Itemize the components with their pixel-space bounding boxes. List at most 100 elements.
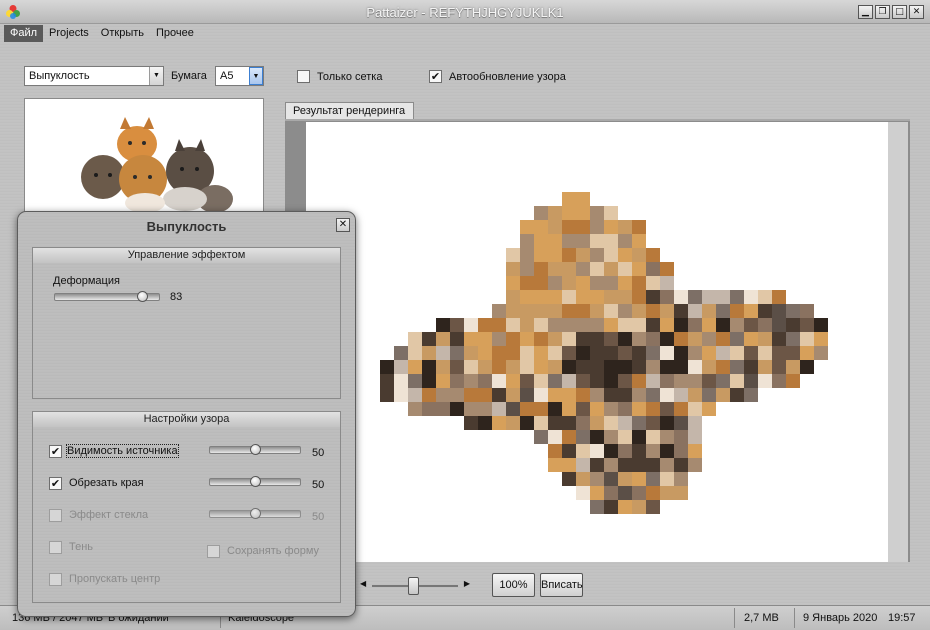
render-pixel [688,388,702,402]
render-pixel [590,220,604,234]
menu-file[interactable]: Файл [4,25,44,42]
render-pixel [506,402,520,416]
source-visibility-checkbox[interactable]: ✔ [49,445,62,458]
render-pixel [562,402,576,416]
minimize-button[interactable]: ▁ [858,5,873,19]
source-visibility-slider[interactable] [209,443,301,457]
render-pixel [730,304,744,318]
render-pixel [660,262,674,276]
render-pixel [702,388,716,402]
render-pixel [674,374,688,388]
fit-button[interactable]: Вписать [540,573,583,597]
render-pixel [660,402,674,416]
slider-thumb[interactable] [250,476,261,487]
arrow-left-icon[interactable]: ◀ [360,579,366,588]
chevron-down-icon[interactable]: ▼ [149,67,163,85]
render-pixel [604,444,618,458]
close-icon[interactable]: ✕ [336,218,350,232]
render-pixel [758,318,772,332]
render-pixel [548,290,562,304]
deformation-slider[interactable] [54,290,160,304]
arrow-right-icon[interactable]: ▶ [464,579,470,588]
render-pixel [590,402,604,416]
render-pixel [478,360,492,374]
render-pixel [576,472,590,486]
render-pixel [646,500,660,514]
render-pixel [604,486,618,500]
menu-bar: Файл Projects Открыть Прочее [4,25,200,42]
render-pixel [520,332,534,346]
grid-only-checkbox[interactable] [297,70,310,83]
menu-other[interactable]: Прочее [150,25,200,42]
render-pixel [632,500,646,514]
effect-select[interactable]: Выпуклость ▼ [24,66,164,86]
render-pixel [730,318,744,332]
crop-edges-slider[interactable] [209,475,301,489]
keep-shape-checkbox[interactable] [207,545,220,558]
render-pixel [744,388,758,402]
maximize-button[interactable]: □ [892,5,907,19]
render-pixel [604,374,618,388]
chevron-down-icon[interactable]: ▼ [249,67,263,85]
render-pixel [814,332,828,346]
tab-render-result[interactable]: Результат рендеринга [285,102,414,120]
render-pixel [576,192,590,206]
zoom-100-button[interactable]: 100% [492,573,535,597]
deformation-label: Деформация [53,275,120,287]
render-pixel [772,374,786,388]
render-pixel [520,276,534,290]
skip-center-checkbox[interactable] [49,573,62,586]
crop-edges-checkbox[interactable]: ✔ [49,477,62,490]
auto-update-checkbox[interactable]: ✔ [429,70,442,83]
menu-open[interactable]: Открыть [95,25,150,42]
render-pixel [688,374,702,388]
render-pixel [548,220,562,234]
render-pixel [478,388,492,402]
render-pixel [688,332,702,346]
render-pixel [632,234,646,248]
render-pixel [688,402,702,416]
render-pixel [436,318,450,332]
close-button[interactable]: ✕ [909,5,924,19]
paper-select[interactable]: A5 ▼ [215,66,264,86]
render-pixel [450,332,464,346]
render-pixel [506,332,520,346]
render-pixel [632,374,646,388]
slider-thumb[interactable] [136,291,148,302]
render-pixel [702,402,716,416]
glass-effect-slider[interactable] [209,507,301,521]
render-pixel [758,360,772,374]
render-pixel [534,332,548,346]
render-pixel [632,402,646,416]
shadow-checkbox[interactable] [49,541,62,554]
menu-projects[interactable]: Projects [43,25,95,42]
render-pixel [730,332,744,346]
render-pixel [394,360,408,374]
zoom-slider[interactable]: ◀ ▶ [354,576,476,596]
render-pixel [464,332,478,346]
render-pixel [632,304,646,318]
render-pixel [450,318,464,332]
render-pixel [464,318,478,332]
render-pixel [716,374,730,388]
source-image-panel [24,98,264,213]
render-pixel [562,444,576,458]
render-pixel [632,444,646,458]
render-pixel [562,262,576,276]
render-pixel [646,332,660,346]
source-visibility-value: 50 [312,447,325,459]
slider-thumb[interactable] [250,508,261,519]
pixelated-render-image [380,192,828,514]
render-pixel [604,220,618,234]
render-pixel [408,388,422,402]
restore-button[interactable]: ❐ [875,5,890,19]
render-pixel [408,402,422,416]
effect-control-header: Управление эффектом [33,248,340,263]
render-pixel [576,332,590,346]
render-pixel [702,304,716,318]
zoom-thumb[interactable] [408,577,420,595]
vertical-scrollbar[interactable] [888,122,908,562]
render-pixel [772,332,786,346]
glass-effect-checkbox[interactable] [49,509,62,522]
slider-thumb[interactable] [250,444,261,455]
